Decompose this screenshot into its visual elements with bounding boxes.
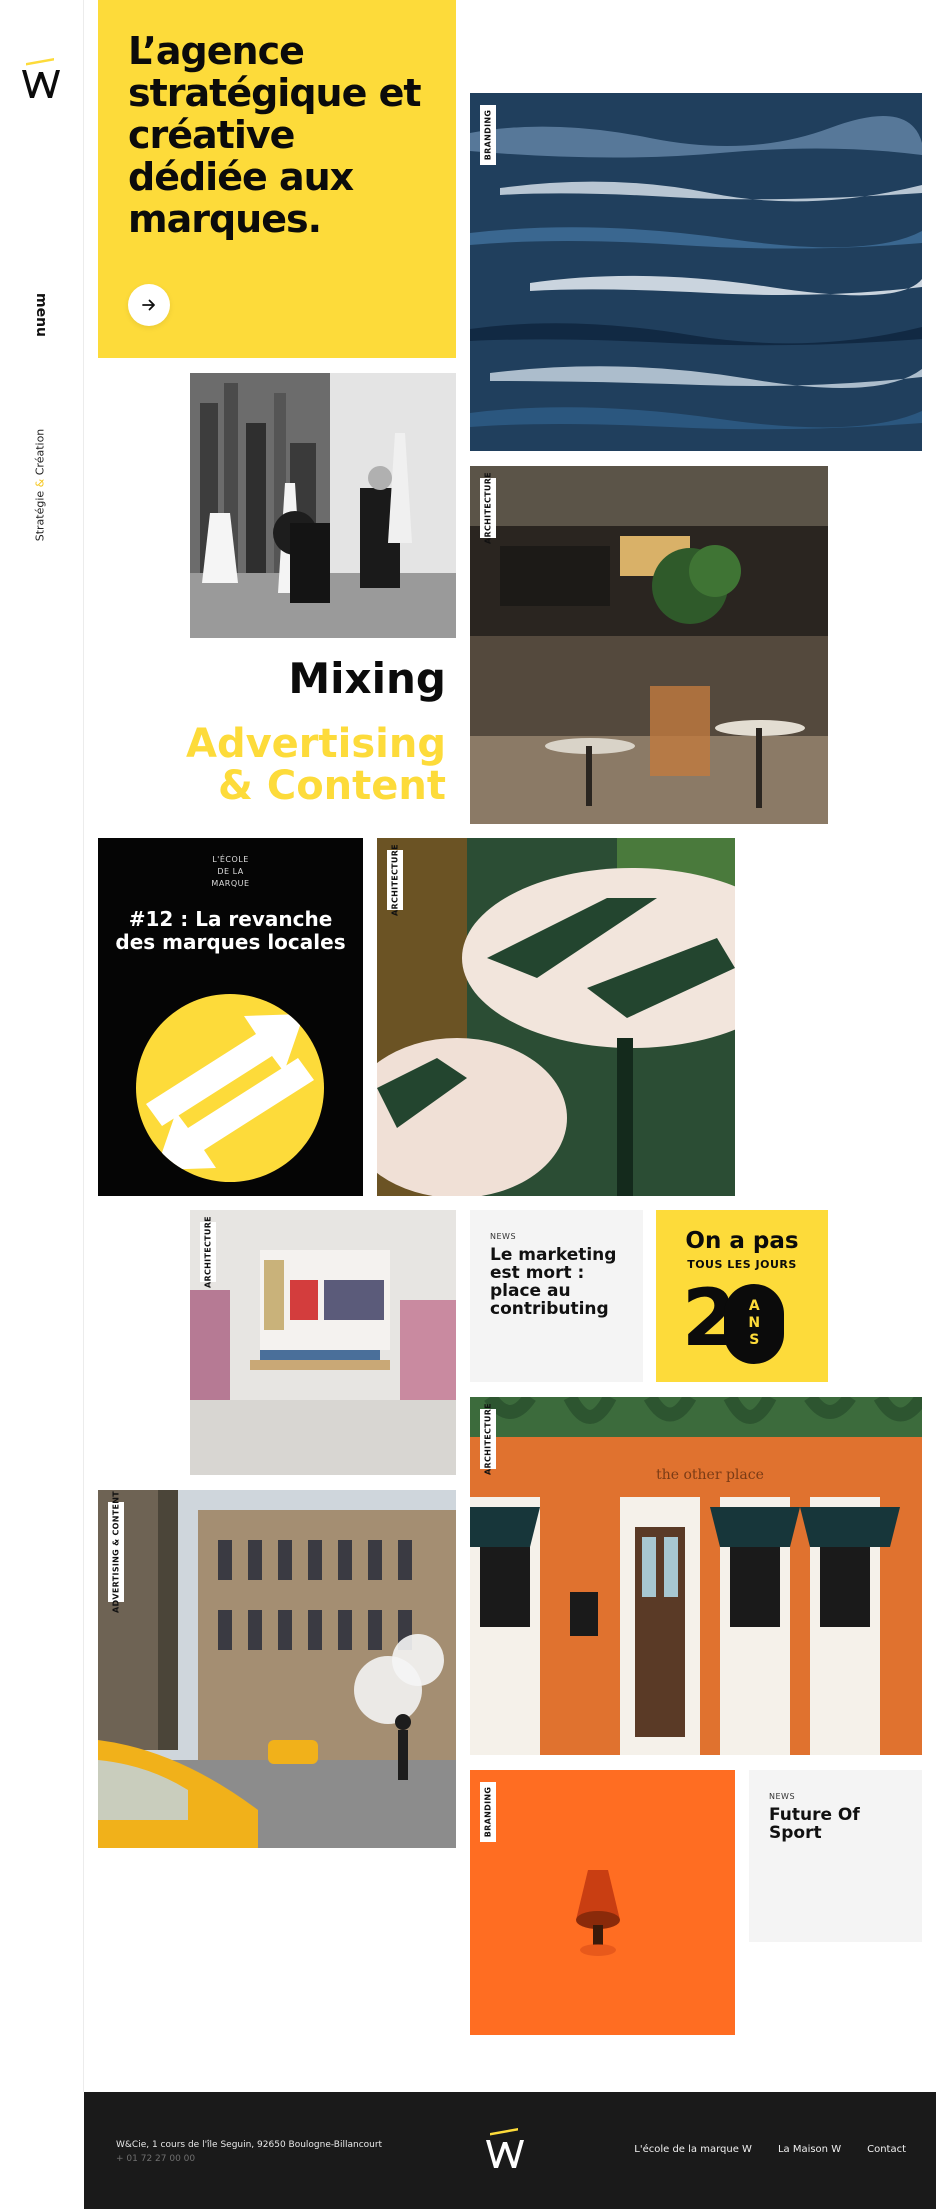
footer-nav: L'école de la marque W La Maison W Conta… bbox=[634, 2144, 906, 2155]
anniversary-digit-2: 2 bbox=[682, 1274, 736, 1364]
footer-logo-w[interactable] bbox=[484, 2128, 528, 2172]
project-tile-retro-photo[interactable] bbox=[190, 373, 456, 638]
w-logo-icon bbox=[486, 2128, 524, 2168]
anniversary-ans: ANS bbox=[748, 1297, 761, 1348]
news-kicker: NEWS bbox=[490, 1232, 517, 1241]
table-photo-image bbox=[377, 838, 735, 1196]
anniversary-line2: TOUS LES JOURS bbox=[687, 1258, 797, 1271]
hero-cta-button[interactable] bbox=[128, 284, 170, 326]
project-tile-megaphone[interactable]: BRANDING bbox=[470, 1770, 735, 2035]
menu-button[interactable]: menu bbox=[26, 290, 56, 340]
sidebar-tagline: Stratégie & Création bbox=[18, 420, 62, 550]
news-card-marketing[interactable]: NEWS Le marketing est mort : place au co… bbox=[470, 1210, 643, 1382]
category-label: ADVERTISING & CONTENT bbox=[108, 1491, 124, 1613]
category-label: ARCHITECTURE bbox=[200, 1216, 216, 1288]
menu-label: menu bbox=[33, 292, 49, 338]
news-card-future-of-sport[interactable]: NEWS Future Of Sport bbox=[749, 1770, 922, 1942]
storefront-sign: the other place bbox=[656, 1467, 764, 1483]
ecole-de-la-marque-logo: L'ÉCOLE DE LA MARQUE bbox=[211, 855, 250, 888]
project-tile-storefront[interactable]: the other place ARCHITECTURE bbox=[470, 1397, 922, 1755]
mixing-line3: & Content bbox=[218, 763, 446, 809]
footer-link-contact[interactable]: Contact bbox=[867, 2144, 906, 2155]
tagline-strategie: Stratégie bbox=[33, 490, 47, 542]
cafe-interior-image bbox=[470, 466, 828, 824]
category-label: ARCHITECTURE bbox=[480, 1403, 496, 1475]
anniversary-number: 2 ANS bbox=[682, 1274, 785, 1364]
podcast-card[interactable]: L'ÉCOLE DE LA MARQUE #12 : La revanche d… bbox=[98, 838, 363, 1196]
project-tile-cafe[interactable]: ARCHITECTURE bbox=[470, 466, 828, 824]
project-tile-table[interactable]: ARCHITECTURE bbox=[377, 838, 735, 1196]
retro-photo-image bbox=[190, 373, 456, 638]
podcast-title: #12 : La revanche des marques locales bbox=[115, 907, 346, 954]
tagline-amp: & bbox=[33, 478, 47, 488]
footer-address: W&Cie, 1 cours de l'île Seguin, 92650 Bo… bbox=[116, 2140, 383, 2150]
anniversary-line1: On a pas bbox=[685, 1228, 799, 1254]
w-logo-icon bbox=[22, 58, 60, 98]
tagline-creation: Création bbox=[33, 428, 47, 476]
sidebar: menu Stratégie & Création bbox=[0, 0, 84, 2092]
logo-w[interactable] bbox=[20, 58, 64, 102]
shop-interior-image bbox=[190, 1210, 456, 1475]
sea-painting-image bbox=[470, 93, 922, 451]
footer-link-maison[interactable]: La Maison W bbox=[778, 2144, 841, 2155]
project-tile-nyc[interactable]: ADVERTISING & CONTENT bbox=[98, 1490, 456, 1848]
category-label: BRANDING bbox=[480, 1782, 496, 1842]
mixing-line1: Mixing bbox=[288, 654, 446, 703]
project-tile-shop[interactable]: ARCHITECTURE bbox=[190, 1210, 456, 1475]
mixing-line2: Advertising bbox=[186, 721, 446, 767]
megaphone-image bbox=[470, 1770, 735, 2035]
project-tile-sea-painting[interactable]: BRANDING bbox=[470, 93, 922, 451]
footer: W&Cie, 1 cours de l'île Seguin, 92650 Bo… bbox=[84, 2092, 936, 2209]
footer-phone[interactable]: + 01 72 27 00 00 bbox=[116, 2154, 195, 2164]
news-kicker: NEWS bbox=[769, 1792, 796, 1801]
storefront-image: the other place bbox=[470, 1397, 922, 1755]
anniversary-zero: ANS bbox=[724, 1283, 785, 1364]
news-title: Le marketing est mort : place au contrib… bbox=[490, 1245, 617, 1319]
mixing-headline: Mixing Advertising & Content bbox=[170, 654, 446, 809]
hero-card: L’agence stratégique et créative dédiée … bbox=[98, 0, 456, 358]
hero-title: L’agence stratégique et créative dédiée … bbox=[128, 29, 422, 241]
news-title: Future Of Sport bbox=[769, 1805, 860, 1843]
category-label: BRANDING bbox=[480, 105, 496, 165]
arrow-right-icon bbox=[142, 299, 155, 311]
swap-arrows-icon bbox=[136, 994, 324, 1182]
anniversary-card[interactable]: On a pas TOUS LES JOURS 2 ANS bbox=[656, 1210, 828, 1382]
nyc-street-image bbox=[98, 1490, 456, 1848]
category-label: ARCHITECTURE bbox=[387, 844, 403, 916]
category-label: ARCHITECTURE bbox=[480, 472, 496, 544]
footer-link-ecole[interactable]: L'école de la marque W bbox=[634, 2144, 752, 2155]
